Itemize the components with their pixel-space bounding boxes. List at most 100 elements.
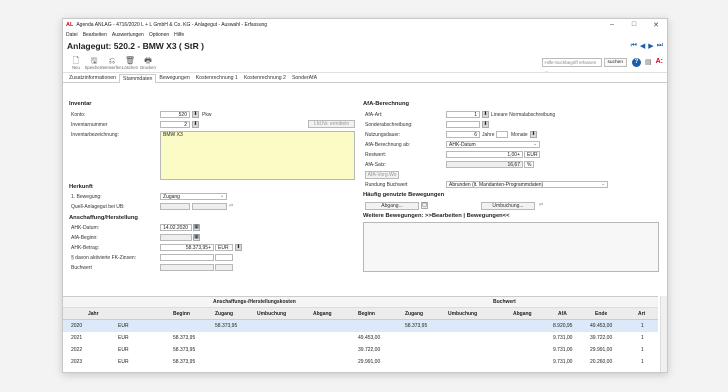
col-ahk-zugang[interactable]: Zugang	[215, 311, 233, 317]
restwert-currency[interactable]: EUR	[524, 151, 540, 158]
table-cell: EUR	[118, 347, 129, 353]
tab-zusatzinformationen[interactable]: Zusatzinformationen	[66, 74, 119, 82]
notes-icon[interactable]: ▤	[645, 58, 652, 67]
nutzung-monate-field[interactable]	[496, 131, 508, 138]
bez-label: Inventarbezeichnung:	[71, 132, 119, 138]
col-ende[interactable]: Ende	[595, 311, 607, 317]
sonder-lookup-icon[interactable]: ⬇	[482, 121, 489, 128]
group-ahk: Anschaffungs-/Herstellungskosten	[213, 299, 296, 305]
link-icon-2[interactable]: ⇄	[539, 202, 543, 208]
first-record-icon[interactable]: ⏮	[631, 42, 637, 50]
col-jahr[interactable]: Jahr	[88, 311, 99, 317]
fk-currency-field[interactable]	[215, 254, 233, 261]
table-row[interactable]: 2022 EUR 58.373,95 39.722,00 9.731,00 29.991,…	[63, 344, 658, 356]
quell-field-1[interactable]	[160, 203, 190, 210]
afa-art-field[interactable]: 1	[446, 111, 480, 118]
discard-button[interactable]: ⎌ Verwerfen	[102, 56, 122, 70]
help-icon[interactable]: ?	[631, 58, 641, 67]
tab-kostenrechnung-1[interactable]: Kostenrechnung 1	[193, 74, 241, 82]
next-record-icon[interactable]: ▶	[648, 42, 653, 50]
col-art[interactable]: Art	[638, 311, 645, 317]
link-icon[interactable]: ⇄	[229, 203, 233, 209]
tab-bar: Zusatzinformationen Stammdaten Bewegunge…	[63, 73, 667, 83]
calendar-icon-2[interactable]: ▦	[193, 234, 200, 241]
calendar-icon[interactable]: ▦	[193, 224, 200, 231]
section-herkunft: Herkunft	[69, 184, 93, 190]
search-button[interactable]: suchen	[603, 58, 627, 67]
bewegung-label: 1. Bewegung:	[71, 194, 102, 200]
restwert-field[interactable]: 1,00+	[446, 151, 523, 158]
afa-ab-select[interactable]: AHK-Datum	[446, 141, 540, 148]
col-bw-umbuchung[interactable]: Umbuchung	[448, 311, 477, 317]
currency-lookup-icon[interactable]: ⬇	[235, 244, 242, 251]
restwert-label: Restwert:	[365, 152, 387, 158]
umbuchung-button[interactable]: Umbuchung...	[481, 202, 535, 210]
abgang-button[interactable]: Abgang...	[365, 202, 419, 210]
delete-button[interactable]: 🗑 Löschen	[121, 56, 139, 70]
close-button[interactable]: ✕	[645, 21, 667, 29]
ahk-datum-field[interactable]: 14.02.2020	[160, 224, 192, 231]
new-button[interactable]: 🗋 Neu	[67, 56, 85, 70]
print-button[interactable]: 🖶 Drucken	[139, 56, 157, 70]
sonder-field[interactable]	[446, 121, 480, 128]
lfdnr-button[interactable]: Lfd.Nr. ermitteln	[308, 120, 355, 128]
abgang-copy-icon[interactable]: ▢	[421, 202, 428, 209]
menu-bearbeiten[interactable]: Bearbeiten	[83, 32, 107, 38]
col-afa[interactable]: AfA	[558, 311, 567, 317]
nutzung-jahre-field[interactable]: 6	[446, 131, 480, 138]
konto-field[interactable]: 520	[160, 111, 190, 118]
tab-kostenrechnung-2[interactable]: Kostenrechnung 2	[241, 74, 289, 82]
tab-stammdaten[interactable]: Stammdaten	[119, 74, 157, 83]
menu-optionen[interactable]: Optionen	[149, 32, 169, 38]
user-menu-icon[interactable]: A:	[656, 58, 663, 67]
prev-record-icon[interactable]: ◀	[640, 42, 645, 50]
table-row[interactable]: 2023 EUR 58.373,95 29.991,00 9.731,00 20.260,…	[63, 356, 658, 368]
tab-bewegungen[interactable]: Bewegungen	[156, 74, 192, 82]
table-cell: 8.920,95	[553, 323, 573, 329]
menu-auswertungen[interactable]: Auswertungen	[112, 32, 144, 38]
menu-datei[interactable]: Datei	[66, 32, 78, 38]
bewegung-select[interactable]: Zugang	[160, 193, 227, 200]
ahk-betrag-field[interactable]: 58.373,95+	[160, 244, 214, 251]
col-bw-abgang[interactable]: Abgang	[513, 311, 532, 317]
maximize-button[interactable]: □	[623, 21, 645, 29]
last-record-icon[interactable]: ⏭	[657, 42, 663, 50]
currency-field[interactable]: EUR	[215, 244, 233, 251]
fk-zinsen-label: § davon aktivierte FK-Zinsen:	[71, 255, 137, 261]
col-ahk-umbuchung[interactable]: Umbuchung	[257, 311, 286, 317]
table-row[interactable]: 2020 EUR 58.373,95 58.373,95 8.920,95 49.453,…	[63, 320, 658, 332]
col-ahk-beginn[interactable]: Beginn	[173, 311, 190, 317]
menu-hilfe[interactable]: Hilfe	[174, 32, 184, 38]
weitere-bewegungen-list[interactable]	[363, 222, 659, 272]
col-bw-beginn[interactable]: Beginn	[358, 311, 375, 317]
buchwert-currency-field	[215, 264, 233, 271]
afa-art-lookup-icon[interactable]: ⬇	[482, 111, 489, 118]
col-bw-zugang[interactable]: Zugang	[405, 311, 423, 317]
invnr-field[interactable]: 2	[160, 121, 190, 128]
invnr-lookup-icon[interactable]: ⬇	[192, 121, 199, 128]
konto-lookup-icon[interactable]: ⬇	[192, 111, 199, 118]
table-group-header: Anschaffungs-/Herstellungskosten Buchwer…	[63, 296, 658, 308]
discard-label: Verwerfen	[102, 64, 122, 70]
bez-field[interactable]: BMW X3	[160, 131, 355, 180]
afa-satz-unit: %	[524, 161, 534, 168]
table-row[interactable]: 2021 EUR 58.373,95 49.453,00 9.731,00 39.722,…	[63, 332, 658, 344]
quell-label: Quell-Anlagegut bei UB:	[71, 204, 125, 210]
table-cell: EUR	[118, 359, 129, 365]
afa-vorg-button[interactable]: AfA-Vorg.Wo	[365, 171, 399, 179]
afa-beginn-field[interactable]	[160, 234, 192, 241]
tab-sonderafa[interactable]: SonderAfA	[289, 74, 320, 82]
save-button[interactable]: 🖫 Speichern	[85, 56, 104, 70]
table-scrollbar[interactable]	[660, 296, 667, 372]
minimize-button[interactable]: –	[601, 21, 623, 29]
section-weitere[interactable]: Weitere Bewegungen: >>Bearbeiten | Beweg…	[363, 213, 509, 219]
col-ahk-abgang[interactable]: Abgang	[313, 311, 332, 317]
nutzung-lookup-icon[interactable]: ⬇	[530, 131, 537, 138]
afa-art-label: AfA-Art:	[365, 112, 383, 118]
rundung-label: Rundung Buchwert	[365, 182, 408, 188]
help-search-input[interactable]: Hilfe-Suchbegriff erfassen ...	[541, 58, 602, 73]
fk-zinsen-field[interactable]	[160, 254, 214, 261]
print-label: Drucken	[140, 64, 156, 70]
rundung-select[interactable]: Abrunden (lt. Mandanten-Programmdaten)	[446, 181, 608, 188]
quell-field-2[interactable]	[192, 203, 227, 210]
